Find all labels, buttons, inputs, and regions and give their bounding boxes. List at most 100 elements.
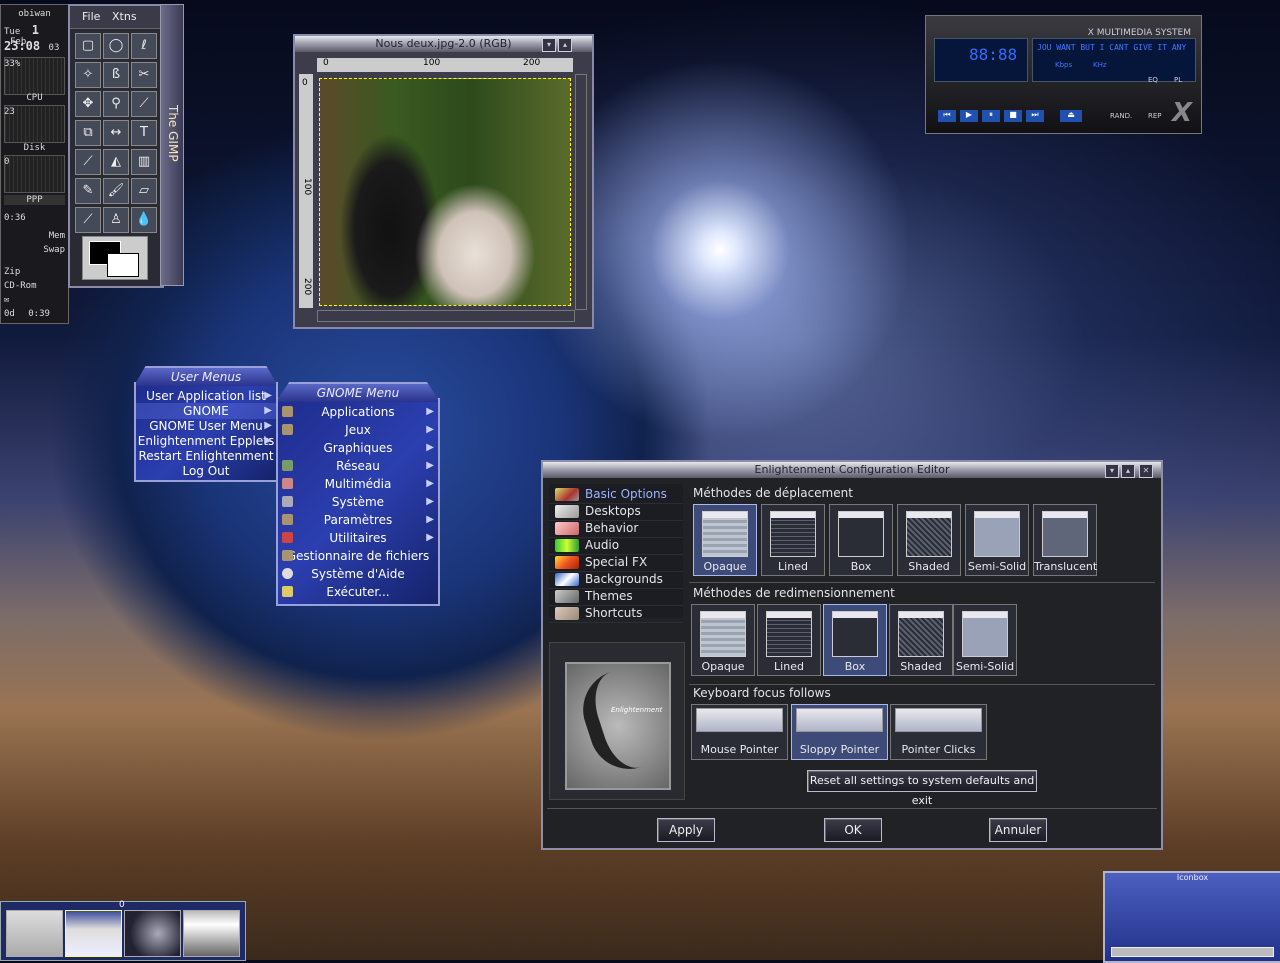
menu-item-systeme[interactable]: Système ▶ bbox=[278, 494, 438, 510]
category-backgrounds[interactable]: Backgrounds bbox=[549, 571, 683, 589]
menu-item-gnome[interactable]: GNOME ▶ bbox=[136, 403, 276, 419]
bucket-fill-tool-icon[interactable]: ◭ bbox=[103, 149, 129, 175]
image-window-titlebar[interactable]: Nous deux.jpg-2.0 (RGB) ▾ ▴ bbox=[295, 36, 592, 52]
apply-button[interactable]: Apply bbox=[657, 818, 715, 842]
category-basic-options[interactable]: Basic Options bbox=[549, 486, 683, 504]
move-lined-option[interactable]: Lined bbox=[761, 504, 825, 576]
maximize-icon[interactable]: ▴ bbox=[558, 38, 572, 52]
ellipse-select-tool-icon[interactable]: ◯ bbox=[103, 33, 129, 59]
cancel-button[interactable]: Annuler bbox=[989, 818, 1047, 842]
gradient-tool-icon[interactable]: ▥ bbox=[131, 149, 157, 175]
vertical-scrollbar[interactable] bbox=[575, 74, 587, 310]
move-box-option[interactable]: Box bbox=[829, 504, 893, 576]
resize-box-option[interactable]: Box bbox=[823, 604, 887, 676]
prev-icon[interactable]: ⏮ bbox=[938, 110, 956, 122]
menu-item-logout[interactable]: Log Out bbox=[136, 463, 276, 479]
menu-xtns[interactable]: Xtns bbox=[112, 10, 137, 23]
next-icon[interactable]: ⏭ bbox=[1026, 110, 1044, 122]
pencil-tool-icon[interactable]: ✎ bbox=[75, 178, 101, 204]
menu-item-help[interactable]: Système d'Aide bbox=[278, 566, 438, 582]
repeat-toggle[interactable]: REP bbox=[1148, 112, 1162, 120]
focus-pointer-clicks-option[interactable]: Pointer Clicks bbox=[890, 704, 987, 760]
resize-lined-option[interactable]: Lined bbox=[757, 604, 821, 676]
blur-tool-icon[interactable]: 💧 bbox=[131, 207, 157, 233]
lasso-tool-icon[interactable]: ℓ bbox=[131, 33, 157, 59]
category-audio[interactable]: Audio bbox=[549, 537, 683, 555]
background-color[interactable] bbox=[107, 253, 139, 277]
reset-defaults-button[interactable]: Reset all settings to system defaults an… bbox=[807, 770, 1037, 807]
menu-item-parametres[interactable]: Paramètres ▶ bbox=[278, 512, 438, 528]
category-desktops[interactable]: Desktops bbox=[549, 503, 683, 521]
desktop-page-4[interactable] bbox=[183, 910, 240, 957]
box-thumb-icon bbox=[832, 611, 878, 657]
move-semisolid-option[interactable]: Semi-Solid bbox=[965, 504, 1029, 576]
desktop-page-2[interactable] bbox=[65, 910, 122, 957]
color-swatches[interactable] bbox=[82, 236, 148, 280]
menu-item-run[interactable]: Exécuter... bbox=[278, 584, 438, 600]
close-icon[interactable]: ✕ bbox=[1139, 464, 1153, 478]
category-behavior[interactable]: Behavior bbox=[549, 520, 683, 538]
bezier-tool-icon[interactable]: ß bbox=[103, 62, 129, 88]
play-icon[interactable]: ▶ bbox=[960, 110, 978, 122]
shade-icon[interactable]: ▾ bbox=[1105, 464, 1119, 478]
horizontal-scrollbar[interactable] bbox=[317, 310, 575, 322]
gimp-toolbox-window: File Xtns ▢ ◯ ℓ ✧ ß ✂ ✥ ⚲ ⟋ ⧉ ↔ T ⟋ ◭ ▥ … bbox=[68, 4, 164, 288]
menu-item-user-application-list[interactable]: User Application list ▶ bbox=[136, 388, 276, 404]
desktop-page-3[interactable] bbox=[124, 910, 181, 957]
eraser-tool-icon[interactable]: ▱ bbox=[131, 178, 157, 204]
resize-shaded-option[interactable]: Shaded bbox=[889, 604, 953, 676]
move-translucent-option[interactable]: Translucent bbox=[1033, 504, 1097, 576]
config-editor-titlebar[interactable]: Enlightenment Configuration Editor ▾ ▴ ✕ bbox=[543, 462, 1161, 478]
eq-toggle[interactable]: EQ bbox=[1148, 76, 1158, 84]
menu-item-gnome-user-menu[interactable]: GNOME User Menu ▶ bbox=[136, 418, 276, 434]
focus-mouse-pointer-option[interactable]: Mouse Pointer bbox=[691, 704, 788, 760]
iconbox-scrollbar[interactable] bbox=[1111, 947, 1274, 957]
scissors-tool-icon[interactable]: ✂ bbox=[131, 62, 157, 88]
menu-item-graphiques[interactable]: Graphiques ▶ bbox=[278, 440, 438, 456]
ok-button[interactable]: OK bbox=[824, 818, 882, 842]
pl-toggle[interactable]: PL bbox=[1174, 76, 1182, 84]
category-themes[interactable]: Themes bbox=[549, 588, 683, 606]
zip-drive[interactable]: Zip bbox=[4, 267, 65, 277]
text-tool-icon[interactable]: T bbox=[131, 120, 157, 146]
category-special-fx[interactable]: Special FX bbox=[549, 554, 683, 572]
move-shaded-option[interactable]: Shaded bbox=[897, 504, 961, 576]
brush-tool-icon[interactable]: 🖌 bbox=[103, 178, 129, 204]
airbrush-tool-icon[interactable]: ⟋ bbox=[75, 207, 101, 233]
backgrounds-icon bbox=[555, 573, 579, 586]
color-picker-tool-icon[interactable]: ⟋ bbox=[75, 149, 101, 175]
shuffle-toggle[interactable]: RAND. bbox=[1110, 112, 1132, 120]
menu-item-file-manager[interactable]: Gestionnaire de fichiers bbox=[278, 548, 438, 564]
move-tool-icon[interactable]: ✥ bbox=[75, 91, 101, 117]
menu-item-multimedia[interactable]: Multimédia ▶ bbox=[278, 476, 438, 492]
rect-select-tool-icon[interactable]: ▢ bbox=[75, 33, 101, 59]
resize-opaque-option[interactable]: Opaque bbox=[691, 604, 755, 676]
wedding-photo-canvas[interactable] bbox=[319, 78, 571, 306]
maximize-icon[interactable]: ▴ bbox=[1121, 464, 1135, 478]
cdrom-drive[interactable]: CD-Rom bbox=[4, 281, 65, 291]
flip-tool-icon[interactable]: ↔ bbox=[103, 120, 129, 146]
magic-wand-tool-icon[interactable]: ✧ bbox=[75, 62, 101, 88]
menu-file[interactable]: File bbox=[82, 10, 100, 23]
menu-item-restart[interactable]: Restart Enlightenment bbox=[136, 448, 276, 464]
transform-tool-icon[interactable]: ⧉ bbox=[75, 120, 101, 146]
eject-icon[interactable]: ⏏ bbox=[1060, 110, 1082, 122]
magnify-tool-icon[interactable]: ⚲ bbox=[103, 91, 129, 117]
stop-icon[interactable]: ■ bbox=[1004, 110, 1022, 122]
focus-sloppy-pointer-option[interactable]: Sloppy Pointer bbox=[791, 704, 888, 760]
crop-tool-icon[interactable]: ⟋ bbox=[131, 91, 157, 117]
desktop-page-1[interactable] bbox=[6, 910, 63, 957]
ppp-button[interactable]: PPP bbox=[4, 195, 65, 205]
move-opaque-option[interactable]: Opaque bbox=[693, 504, 757, 576]
mail-icon[interactable]: ✉ bbox=[4, 295, 65, 305]
menu-item-reseau[interactable]: Réseau ▶ bbox=[278, 458, 438, 474]
menu-item-jeux[interactable]: Jeux ▶ bbox=[278, 422, 438, 438]
pause-icon[interactable]: ⏸ bbox=[982, 110, 1000, 122]
category-shortcuts[interactable]: Shortcuts bbox=[549, 605, 683, 623]
resize-semisolid-option[interactable]: Semi-Solid bbox=[953, 604, 1017, 676]
clone-tool-icon[interactable]: ♙ bbox=[103, 207, 129, 233]
menu-item-utilitaires[interactable]: Utilitaires ▶ bbox=[278, 530, 438, 546]
menu-item-applications[interactable]: Applications ▶ bbox=[278, 404, 438, 420]
menu-item-epplets[interactable]: Enlightenment Epplets ▶ bbox=[136, 433, 276, 449]
shade-icon[interactable]: ▾ bbox=[542, 38, 556, 52]
